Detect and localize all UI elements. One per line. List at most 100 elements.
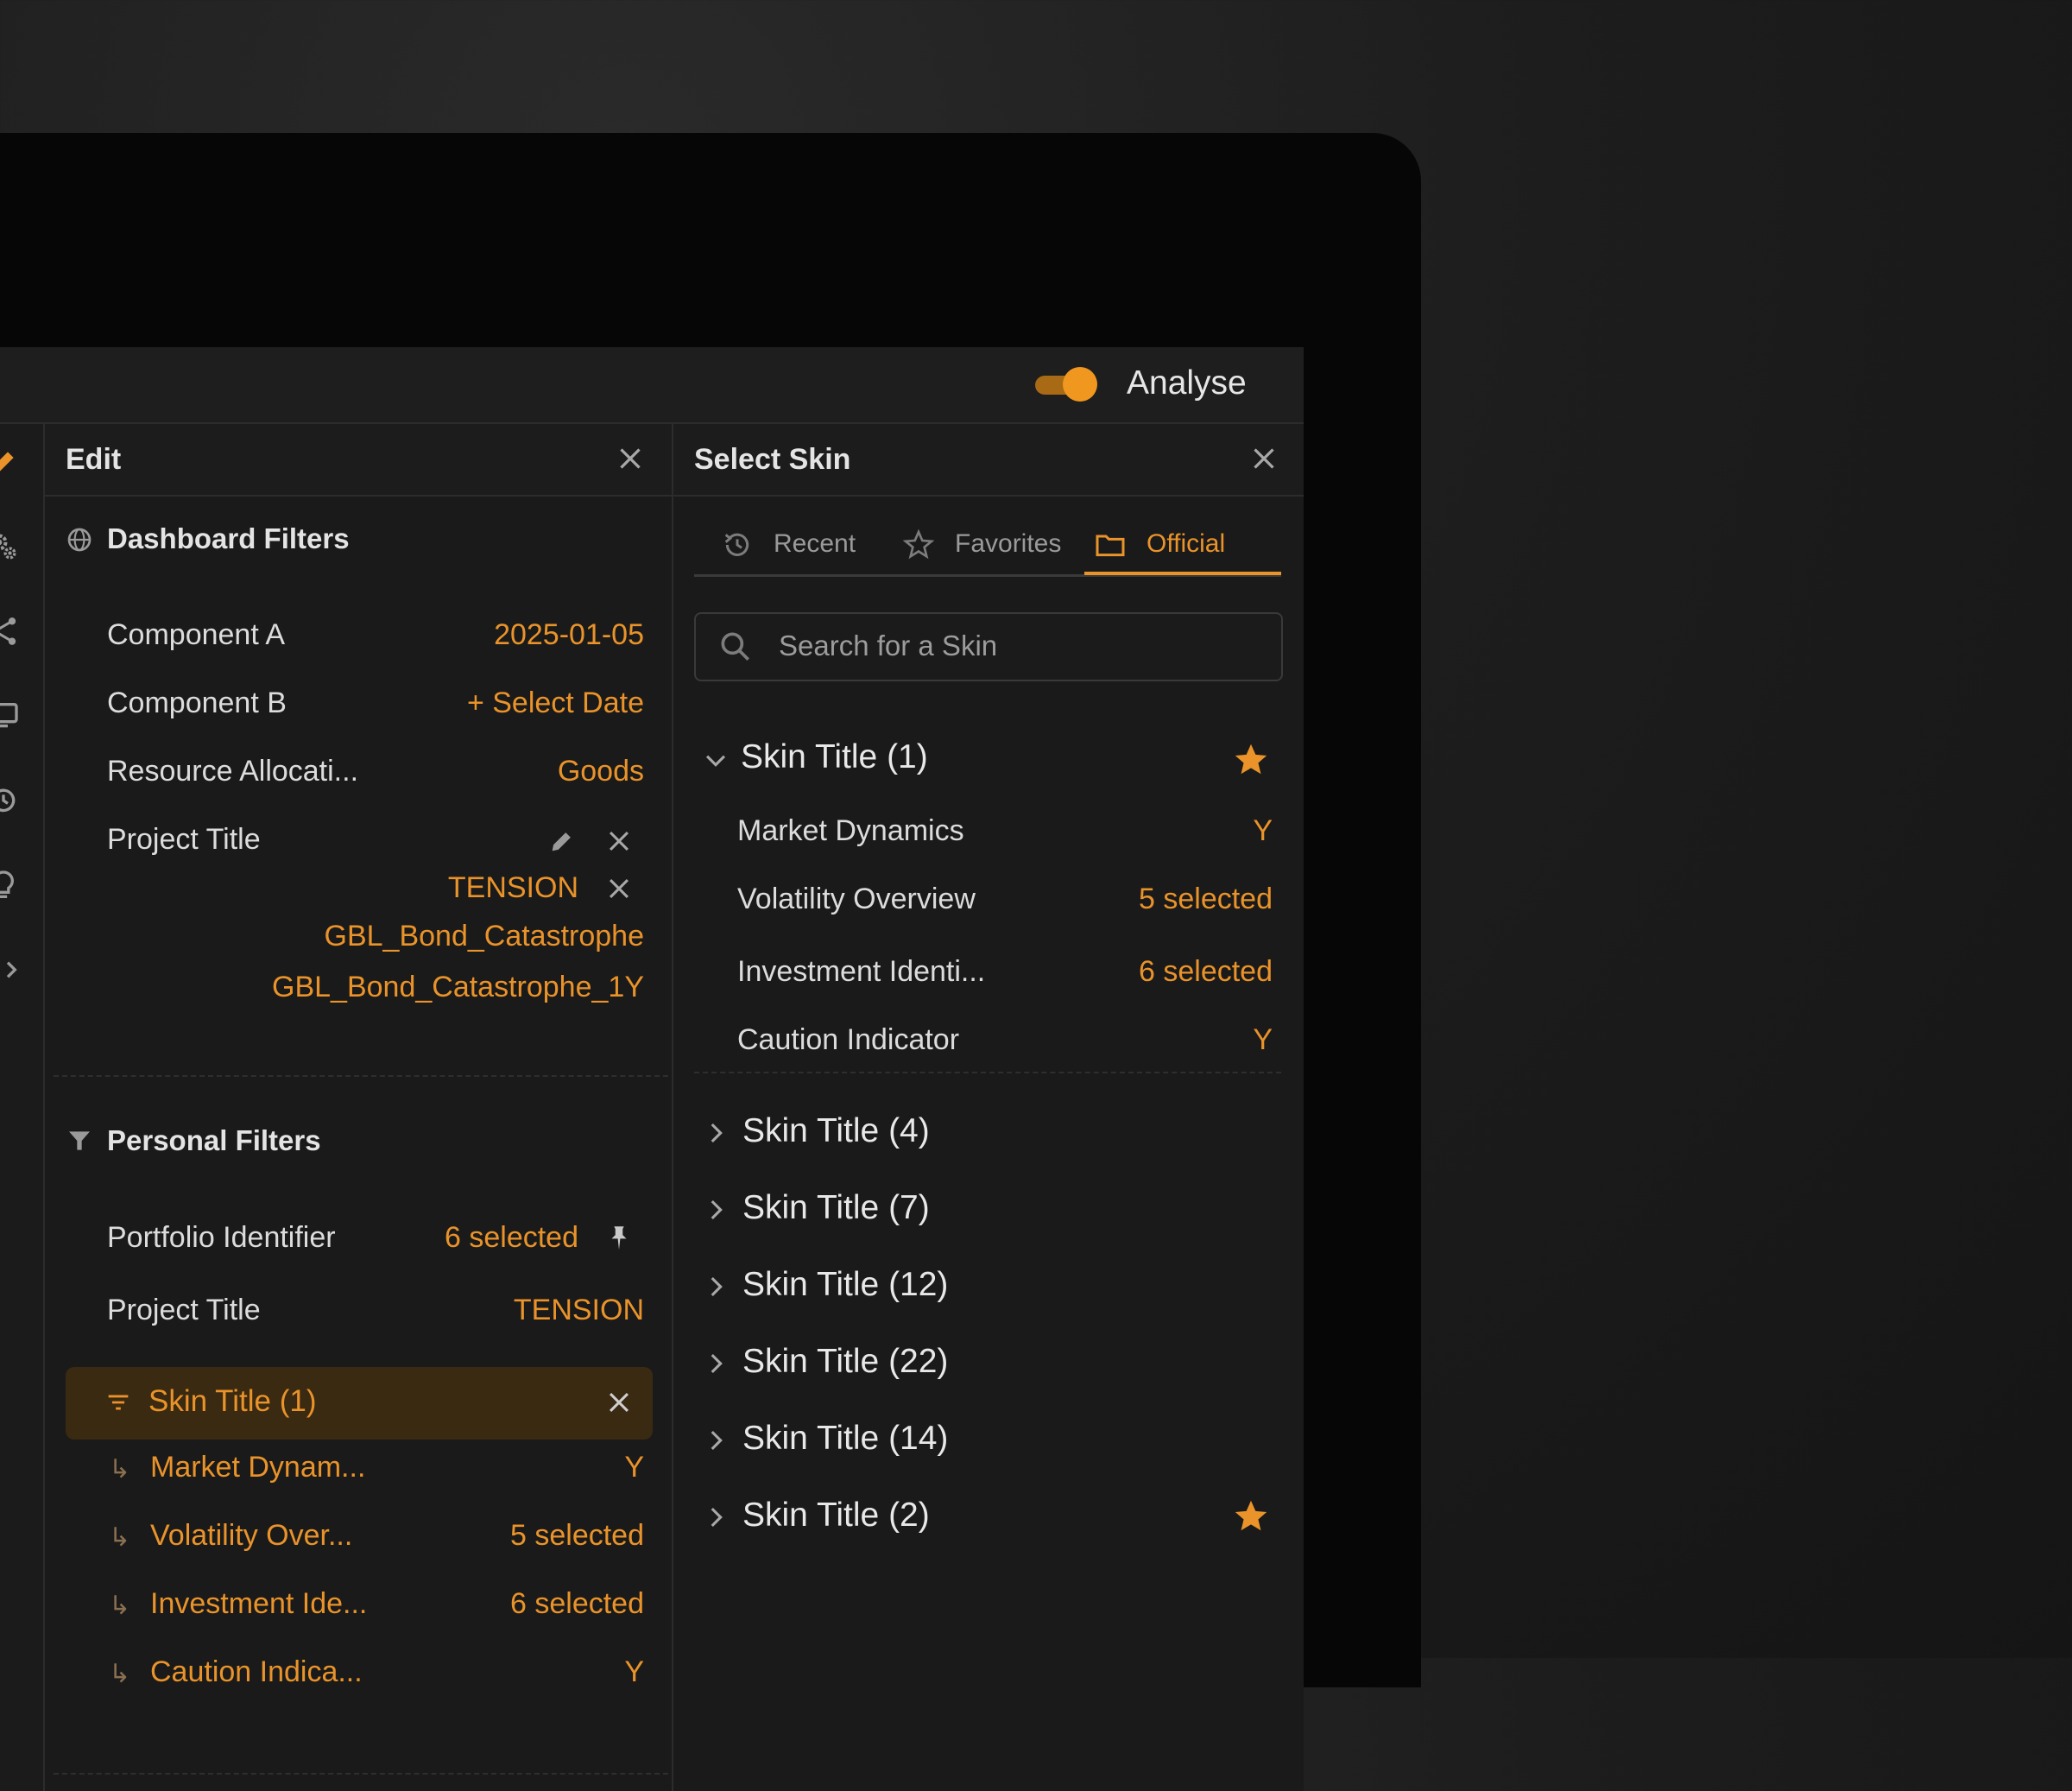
remove-active-skin-icon[interactable] — [604, 1388, 634, 1417]
select-date-link[interactable]: + Select Date — [467, 687, 644, 720]
group-divider — [694, 1072, 1281, 1073]
clear-project-title-icon[interactable] — [604, 826, 634, 856]
chevron-right-icon[interactable] — [701, 1195, 730, 1225]
share-icon[interactable] — [0, 614, 21, 649]
tab-active-indicator — [1084, 572, 1281, 575]
project-value-tension: TENSION — [447, 871, 578, 904]
sub-filter-label: Market Dynam... — [150, 1451, 366, 1484]
skin-item-value[interactable]: Y — [1253, 814, 1273, 848]
filter-label-component-a: Component A — [107, 618, 286, 651]
skin-item-value[interactable]: 6 selected — [1139, 955, 1273, 989]
star-filled-icon[interactable] — [1231, 1497, 1271, 1536]
tab-favorites[interactable]: Favorites — [901, 519, 1074, 574]
sub-filter-label: Caution Indica... — [150, 1655, 363, 1688]
edit-pencil-icon[interactable] — [547, 826, 577, 856]
sub-filter-value[interactable]: 6 selected — [510, 1587, 644, 1621]
left-rail — [0, 424, 45, 1791]
folder-icon — [1093, 528, 1128, 562]
edit-panel-header: Edit — [45, 424, 672, 497]
sub-arrow-icon: ↳ — [109, 1523, 131, 1552]
project-value-bond-catastrophe-1y: GBL_Bond_Catastrophe_1Y — [272, 971, 644, 1003]
skin-group-title[interactable]: Skin Title (12) — [742, 1266, 948, 1304]
monitor-icon[interactable] — [0, 699, 21, 733]
skin-item-label: Investment Identi... — [737, 955, 986, 988]
dashboard-filters-title: Dashboard Filters — [107, 522, 350, 554]
code-icon[interactable] — [0, 952, 21, 987]
sub-arrow-icon: ↳ — [109, 1455, 131, 1484]
search-icon — [717, 628, 755, 666]
history-icon[interactable] — [0, 783, 21, 818]
active-skin-chip[interactable]: Skin Title (1) — [66, 1367, 653, 1440]
remove-tension-icon[interactable] — [604, 874, 634, 903]
edit-panel: Edit Dashboard Filters Component A 2025-… — [45, 424, 673, 1791]
lightbulb-icon[interactable] — [0, 868, 21, 902]
close-edit-icon[interactable] — [615, 443, 646, 474]
sub-arrow-icon: ↳ — [109, 1660, 131, 1688]
project-value-bond-catastrophe: GBL_Bond_Catastrophe — [324, 920, 644, 952]
filter-value-component-a[interactable]: 2025-01-05 — [494, 618, 644, 652]
filter-label-component-b: Component B — [107, 687, 287, 719]
filter-label-project-title: Project Title — [107, 823, 261, 856]
filter-label-personal-project-title: Project Title — [107, 1294, 261, 1326]
analyse-label: Analyse — [1127, 364, 1247, 402]
skin-group-title[interactable]: Skin Title (2) — [742, 1497, 930, 1535]
filter-value-personal-project-title[interactable]: TENSION — [514, 1294, 644, 1327]
globe-icon — [66, 526, 93, 554]
skin-group-title[interactable]: Skin Title (4) — [742, 1112, 930, 1150]
chevron-right-icon[interactable] — [701, 1349, 730, 1378]
tab-recent-label: Recent — [774, 529, 856, 558]
sub-filter-value[interactable]: Y — [624, 1655, 644, 1689]
sub-filter-value[interactable]: Y — [624, 1451, 644, 1484]
star-outline-icon — [901, 528, 936, 562]
filter-label-portfolio-identifier: Portfolio Identifier — [107, 1221, 336, 1254]
skin-search — [694, 612, 1283, 681]
top-bar: Analyse — [0, 347, 1304, 424]
pin-icon[interactable] — [604, 1223, 634, 1252]
close-skin-icon[interactable] — [1248, 443, 1279, 474]
sub-filter-label: Volatility Over... — [150, 1519, 353, 1552]
chevron-right-icon[interactable] — [701, 1272, 730, 1301]
chevron-down-icon[interactable] — [701, 745, 730, 775]
pencil-icon[interactable] — [0, 445, 21, 479]
skin-panel-header: Select Skin — [673, 424, 1304, 497]
tab-recent[interactable]: Recent — [720, 519, 867, 574]
app-screen: Analyse Edit Dashboard Filters Component… — [0, 347, 1304, 1791]
filter-value-resource-allocation[interactable]: Goods — [558, 755, 644, 788]
tab-official[interactable]: Official — [1093, 519, 1281, 574]
skin-group-title[interactable]: Skin Title (22) — [742, 1343, 948, 1381]
select-skin-panel: Select Skin Recent Favorites Official Se… — [673, 424, 1304, 1791]
chevron-right-icon[interactable] — [701, 1503, 730, 1532]
section-divider — [54, 1075, 668, 1077]
filter-lines-icon — [104, 1388, 133, 1417]
sub-arrow-icon: ↳ — [109, 1592, 131, 1620]
edit-panel-title: Edit — [66, 443, 122, 476]
tab-favorites-label: Favorites — [955, 529, 1062, 558]
skin-group-title[interactable]: Skin Title (7) — [742, 1189, 930, 1227]
personal-filters-title: Personal Filters — [107, 1124, 321, 1156]
section-divider — [54, 1773, 668, 1775]
skin-item-label: Market Dynamics — [737, 814, 964, 847]
sub-filter-value[interactable]: 5 selected — [510, 1519, 644, 1553]
toggle-knob — [1063, 367, 1097, 402]
skin-item-label: Volatility Overview — [737, 883, 976, 915]
device-frame: Analyse Edit Dashboard Filters Component… — [0, 133, 1421, 1791]
skin-group-title[interactable]: Skin Title (1) — [741, 738, 928, 776]
skin-tabs: Recent Favorites Official — [694, 519, 1281, 577]
filter-value-portfolio-identifier[interactable]: 6 selected — [445, 1221, 578, 1255]
skin-item-value[interactable]: 5 selected — [1139, 883, 1273, 916]
skin-search-input[interactable] — [777, 626, 1264, 666]
funnel-icon — [66, 1127, 93, 1155]
active-skin-title: Skin Title (1) — [148, 1384, 317, 1418]
tab-official-label: Official — [1147, 529, 1226, 558]
sub-filter-label: Investment Ide... — [150, 1587, 368, 1620]
skin-panel-title: Select Skin — [694, 443, 851, 476]
analyse-toggle[interactable] — [1035, 367, 1097, 402]
skin-group-title[interactable]: Skin Title (14) — [742, 1420, 948, 1458]
filter-label-resource-allocation: Resource Allocati... — [107, 755, 359, 788]
skin-item-value[interactable]: Y — [1253, 1023, 1273, 1057]
star-filled-icon[interactable] — [1231, 740, 1271, 780]
skin-item-label: Caution Indicator — [737, 1023, 960, 1056]
gears-icon[interactable] — [0, 529, 21, 564]
chevron-right-icon[interactable] — [701, 1426, 730, 1455]
chevron-right-icon[interactable] — [701, 1118, 730, 1148]
